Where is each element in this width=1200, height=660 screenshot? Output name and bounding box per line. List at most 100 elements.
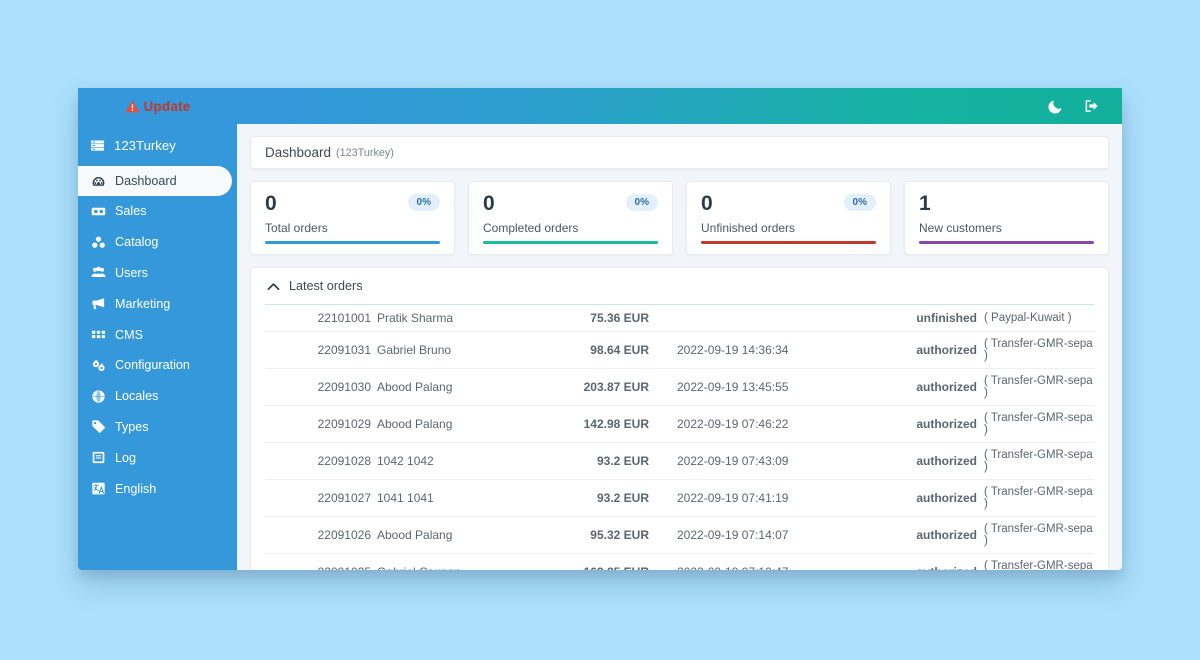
order-id: 22091025 [265, 554, 377, 571]
order-date: 2022-09-19 07:43:09 [677, 443, 867, 480]
order-status: authorized [867, 480, 977, 517]
sidebar-item-log[interactable]: Log [78, 442, 237, 473]
sidebar-item-catalog[interactable]: Catalog [78, 227, 237, 258]
order-date: 2022-09-19 13:45:55 [677, 369, 867, 406]
order-amount: 169.85 EUR [527, 554, 677, 571]
main-content: Dashboard (123Turkey) 0 0% Total orders … [237, 124, 1122, 570]
stat-label: Completed orders [483, 221, 658, 235]
order-date [677, 305, 867, 332]
sidebar-item-label: Log [115, 451, 136, 465]
order-gateway: ( Transfer-GMR-sepa ) [977, 332, 1094, 369]
panel-header[interactable]: Latest orders [251, 268, 1108, 304]
latest-orders-panel: Latest orders 22101001 Pratik Sharma 75.… [250, 267, 1109, 570]
sidebar: 123Turkey Dashboard [78, 124, 237, 570]
sidebar-store-123turkey[interactable]: 123Turkey [78, 124, 237, 166]
order-amount: 142.98 EUR [527, 406, 677, 443]
stat-top: 0 0% [701, 193, 876, 214]
order-customer: Gabriel Coupon [377, 554, 527, 571]
order-id: 22091030 [265, 369, 377, 406]
order-amount: 95.32 EUR [527, 517, 677, 554]
top-header-bar: Update [78, 88, 1122, 124]
stat-cards: 0 0% Total orders 0 0% Completed orders … [250, 181, 1109, 255]
sidebar-item-sales[interactable]: Sales [78, 196, 237, 227]
log-icon [91, 450, 106, 465]
order-customer: Pratik Sharma [377, 305, 527, 332]
stat-bar [919, 241, 1094, 244]
globe-icon [91, 389, 106, 404]
order-date: 2022-09-19 07:10:47 [677, 554, 867, 571]
stat-bar [483, 241, 658, 244]
orders-tbody: 22101001 Pratik Sharma 75.36 EUR unfinis… [265, 305, 1094, 570]
page-title: Dashboard [265, 145, 331, 160]
moon-icon[interactable] [1048, 98, 1064, 114]
cubes-icon [91, 235, 106, 250]
order-gateway: ( Transfer-GMR-sepa ) [977, 369, 1094, 406]
sidebar-item-label: Users [115, 266, 148, 280]
order-date: 2022-09-19 07:41:19 [677, 480, 867, 517]
stat-card-unfinished-orders[interactable]: 0 0% Unfinished orders [686, 181, 891, 255]
sidebar-item-dashboard[interactable]: Dashboard [78, 166, 232, 196]
order-status: authorized [867, 406, 977, 443]
order-status: authorized [867, 369, 977, 406]
breadcrumb-store: (123Turkey) [336, 147, 394, 159]
bullhorn-icon [91, 296, 106, 311]
table-row[interactable]: 22091029 Abood Palang 142.98 EUR 2022-09… [265, 406, 1094, 443]
panel-title: Latest orders [289, 279, 363, 293]
table-row[interactable]: 22091027 1041 1041 93.2 EUR 2022-09-19 0… [265, 480, 1094, 517]
order-amount: 98.64 EUR [527, 332, 677, 369]
grid-icon [91, 327, 106, 342]
admin-window: Update [78, 88, 1122, 570]
order-status: unfinished [867, 305, 977, 332]
money-icon [91, 204, 106, 219]
order-id: 22091029 [265, 406, 377, 443]
table-row[interactable]: 22091026 Abood Palang 95.32 EUR 2022-09-… [265, 517, 1094, 554]
order-customer: Gabriel Bruno [377, 332, 527, 369]
stat-value: 0 [265, 193, 277, 214]
sidebar-item-cms[interactable]: CMS [78, 319, 237, 350]
sidebar-item-english[interactable]: English [78, 473, 237, 504]
order-date: 2022-09-19 07:14:07 [677, 517, 867, 554]
stat-bar [265, 241, 440, 244]
cogs-icon [91, 358, 106, 373]
order-id: 22101001 [265, 305, 377, 332]
sidebar-item-configuration[interactable]: Configuration [78, 350, 237, 381]
order-amount: 93.2 EUR [527, 480, 677, 517]
order-gateway: ( Transfer-GMR-sepa ) [977, 517, 1094, 554]
order-id: 22091028 [265, 443, 377, 480]
order-amount: 75.36 EUR [527, 305, 677, 332]
orders-table-wrap: 22101001 Pratik Sharma 75.36 EUR unfinis… [251, 305, 1108, 570]
stat-percent-badge: 0% [626, 194, 658, 211]
sign-out-icon[interactable] [1084, 98, 1100, 114]
update-button[interactable]: Update [125, 99, 191, 114]
order-amount: 203.87 EUR [527, 369, 677, 406]
stat-card-total-orders[interactable]: 0 0% Total orders [250, 181, 455, 255]
order-gateway: ( Transfer-GMR-sepa ) [977, 406, 1094, 443]
sidebar-item-label: CMS [115, 328, 143, 342]
stat-top: 0 0% [265, 193, 440, 214]
stat-card-new-customers[interactable]: 1 New customers [904, 181, 1109, 255]
table-row[interactable]: 22091025 Gabriel Coupon 169.85 EUR 2022-… [265, 554, 1094, 571]
latest-orders-table: 22101001 Pratik Sharma 75.36 EUR unfinis… [265, 305, 1094, 570]
sidebar-item-label: Locales [115, 389, 158, 403]
table-row[interactable]: 22091028 1042 1042 93.2 EUR 2022-09-19 0… [265, 443, 1094, 480]
tag-icon [91, 419, 106, 434]
sidebar-item-label: Dashboard [115, 174, 177, 188]
stat-bar [701, 241, 876, 244]
stat-card-completed-orders[interactable]: 0 0% Completed orders [468, 181, 673, 255]
sidebar-item-users[interactable]: Users [78, 258, 237, 289]
chevron-up-icon[interactable] [267, 282, 280, 291]
table-row[interactable]: 22101001 Pratik Sharma 75.36 EUR unfinis… [265, 305, 1094, 332]
table-row[interactable]: 22091030 Abood Palang 203.87 EUR 2022-09… [265, 369, 1094, 406]
sidebar-item-marketing[interactable]: Marketing [78, 288, 237, 319]
update-label: Update [144, 99, 191, 114]
order-status: authorized [867, 443, 977, 480]
sidebar-item-types[interactable]: Types [78, 412, 237, 443]
stat-percent-badge: 0% [844, 194, 876, 211]
stat-label: Total orders [265, 221, 440, 235]
order-amount: 93.2 EUR [527, 443, 677, 480]
table-row[interactable]: 22091031 Gabriel Bruno 98.64 EUR 2022-09… [265, 332, 1094, 369]
sidebar-item-label: Configuration [115, 358, 190, 372]
order-customer: 1042 1042 [377, 443, 527, 480]
order-gateway: ( Transfer-GMR-sepa ) [977, 480, 1094, 517]
sidebar-item-locales[interactable]: Locales [78, 381, 237, 412]
